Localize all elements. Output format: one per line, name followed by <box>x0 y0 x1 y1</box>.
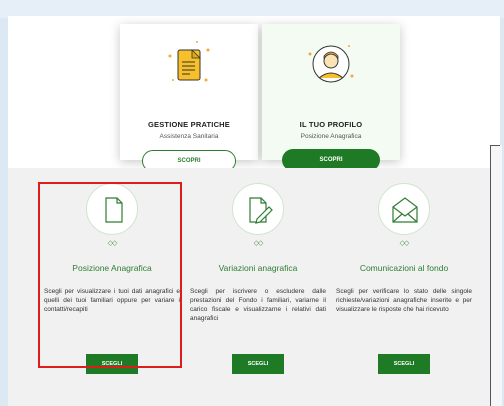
option-title: Comunicazioni al fondo <box>359 263 449 273</box>
side-panel-edge <box>490 145 502 406</box>
option-title: Variazioni anagrafica <box>218 263 298 273</box>
option-variazioni-anagrafica: ◇◇ Variazioni anagrafica Scegli per iscr… <box>188 168 328 406</box>
option-description: Scegli per verificare lo stato delle sin… <box>336 288 472 313</box>
icon-circle <box>378 183 430 235</box>
option-description: Scegli per iscrivere o escludere dalle p… <box>190 288 326 322</box>
selection-highlight <box>38 182 182 368</box>
user-profile-icon <box>304 36 358 96</box>
scegli-button[interactable]: SCEGLI <box>232 354 284 374</box>
card-title: IL TUO PROFILO <box>299 120 363 129</box>
card-title: GESTIONE PRATICHE <box>147 120 231 129</box>
decorative-dots: ◇◇ <box>253 240 264 247</box>
envelope-icon <box>392 197 418 223</box>
edit-document-icon <box>249 197 273 224</box>
scegli-button[interactable]: SCEGLI <box>378 354 430 374</box>
decorative-dots: ◇◇ <box>399 240 410 247</box>
card-subtitle: Assistenza Sanitaria <box>159 133 219 140</box>
card-il-tuo-profilo: IL TUO PROFILO Posizione Anagrafica SCOP… <box>262 24 400 171</box>
card-gestione-pratiche: GESTIONE PRATICHE Assistenza Sanitaria S… <box>120 24 258 172</box>
icon-circle <box>232 183 284 235</box>
option-comunicazioni-al-fondo: ◇◇ Comunicazioni al fondo Scegli per ver… <box>334 168 474 406</box>
card-subtitle: Posizione Anagrafica <box>300 133 362 140</box>
document-icon <box>162 36 216 96</box>
